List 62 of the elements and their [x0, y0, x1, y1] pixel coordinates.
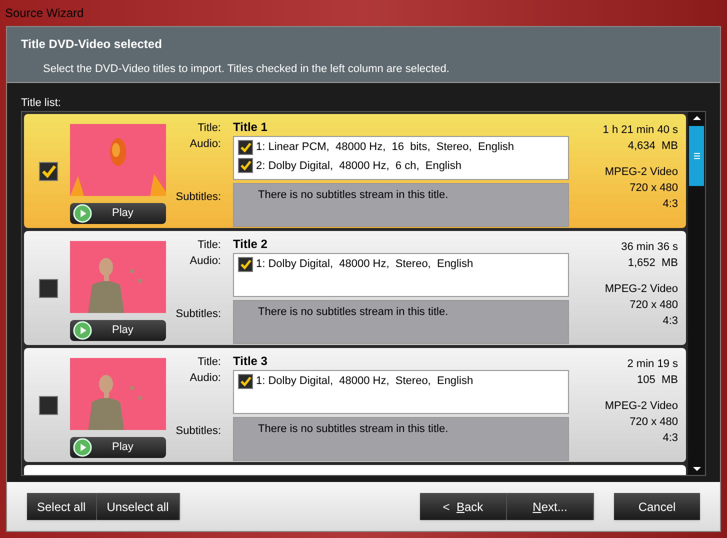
- header-description: Select the DVD-Video titles to import. Titles checked in the left column are selected.: [42, 62, 450, 77]
- title-row[interactable]: Play Title: Audio: Subtitles: Title 2 1: Dolby Digital, 48000 Hz, Stereo, English There is no subtitles stream in this title. 36 min 36 s 1,652 MB MPEG-2 Video 720 x 480 4:3: [24, 231, 686, 345]
- title-name: Title 3: [233, 354, 268, 370]
- play-button[interactable]: Play: [70, 437, 166, 458]
- checkbox[interactable]: [238, 140, 253, 155]
- audio-stream: 1: Dolby Digital, 48000 Hz, Stereo, English: [256, 257, 474, 272]
- duration: 2 min 19 s: [627, 357, 678, 372]
- subtitles-message: There is no subtitles stream in this title.: [258, 306, 448, 318]
- title-label: Title:: [198, 355, 221, 370]
- aspect-ratio: 4:3: [662, 197, 678, 212]
- file-size: 4,634 MB: [628, 139, 678, 154]
- checkbox[interactable]: [238, 374, 253, 389]
- unselect-all-button[interactable]: Unselect all: [96, 493, 180, 520]
- aspect-ratio: 4:3: [662, 431, 678, 446]
- audio-label: Audio:: [190, 371, 221, 386]
- checkbox[interactable]: [38, 278, 58, 298]
- title-label: Title:: [198, 121, 221, 136]
- title-name: Title 1: [233, 120, 268, 136]
- audio-stream: 1: Dolby Digital, 48000 Hz, Stereo, English: [256, 374, 474, 389]
- checkbox[interactable]: [38, 396, 58, 414]
- play-icon: [73, 204, 92, 223]
- subtitles-label: Subtitles:: [176, 190, 221, 205]
- subtitles-label: Subtitles:: [176, 424, 221, 439]
- audio-label: Audio:: [190, 254, 221, 269]
- title-label: Title:: [198, 238, 221, 253]
- grip-icon: [694, 153, 700, 159]
- list-label: Title list:: [21, 96, 62, 111]
- cancel-button[interactable]: Cancel: [614, 493, 700, 520]
- audio-stream: 1: Linear PCM, 48000 Hz, 16 bits, Stereo, English: [256, 140, 514, 155]
- title-row[interactable]: Play Title: Audio: Subtitles: Title 3 1: Dolby Digital, 48000 Hz, Stereo, English There is no subtitles stream in this title. 2 min 19 s 105 MB MPEG-2 Video 720 x 480 4:3: [24, 348, 686, 462]
- title-row[interactable]: [24, 114, 686, 228]
- resolution: 720 x 480: [630, 298, 678, 313]
- checkbox[interactable]: [238, 158, 253, 174]
- video-format: MPEG-2 Video: [604, 282, 678, 297]
- back-button[interactable]: < Back: [420, 493, 507, 520]
- subtitles-message: There is no subtitles stream in this title.: [258, 189, 448, 201]
- scroll-thumb[interactable]: [689, 126, 704, 186]
- play-button[interactable]: Play: [70, 203, 166, 224]
- title-name: Title 2: [233, 237, 268, 253]
- play-icon: [73, 438, 92, 457]
- play-icon: [73, 321, 92, 340]
- file-size: 105 MB: [637, 373, 678, 388]
- subtitles-message: There is no subtitles stream in this title.: [258, 423, 448, 435]
- video-format: MPEG-2 Video: [604, 165, 678, 180]
- duration: 1 h 21 min 40 s: [602, 123, 678, 138]
- scrollbar[interactable]: [688, 112, 705, 475]
- resolution: 720 x 480: [630, 415, 678, 430]
- subtitles-label: Subtitles:: [176, 307, 221, 322]
- video-format: MPEG-2 Video: [604, 399, 678, 414]
- select-all-button[interactable]: Select all: [27, 493, 97, 520]
- checkbox[interactable]: [238, 256, 253, 272]
- next-button[interactable]: Next...: [507, 493, 594, 520]
- aspect-ratio: 4:3: [662, 314, 678, 329]
- duration: 36 min 36 s: [621, 240, 678, 255]
- checkbox[interactable]: [38, 162, 58, 180]
- file-size: 1,652 MB: [628, 256, 678, 271]
- audio-label: Audio:: [190, 137, 221, 152]
- window-title: Source Wizard: [5, 5, 84, 22]
- resolution: 720 x 480: [630, 181, 678, 196]
- play-button[interactable]: Play: [70, 320, 166, 341]
- header-title: Title DVD-Video selected: [21, 36, 163, 53]
- audio-stream: 2: Dolby Digital, 48000 Hz, 6 ch, English: [256, 158, 462, 174]
